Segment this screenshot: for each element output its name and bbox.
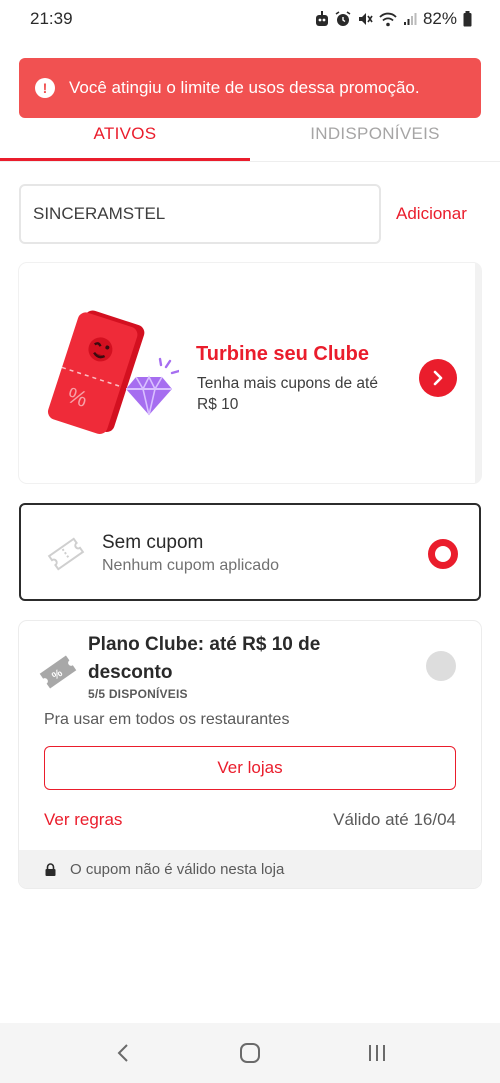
- promo-title: Turbine seu Clube: [196, 343, 369, 365]
- lock-icon: [45, 862, 56, 876]
- coupon-restriction-text: O cupom não é válido nesta loja: [70, 860, 285, 878]
- discount-ticket-icon: %: [39, 655, 77, 689]
- add-coupon-button[interactable]: Adicionar: [396, 204, 467, 224]
- club-coupon-availability: 5/5 DISPONÍVEIS: [88, 687, 188, 701]
- club-promo-card[interactable]: % Turbine seu Clube Tenha mais cupons de…: [19, 263, 481, 483]
- nav-back-button[interactable]: [103, 1033, 143, 1073]
- assistant-icon: [315, 11, 328, 26]
- club-coupon-card: % Plano Clube: até R$ 10 de desconto 5/5…: [19, 621, 481, 888]
- status-time: 21:39: [30, 9, 73, 28]
- no-coupon-option[interactable]: Sem cupom Nenhum cupom aplicado: [19, 503, 481, 601]
- home-icon: [239, 1043, 260, 1063]
- back-icon: [117, 1044, 129, 1062]
- signal-icon: [403, 13, 417, 25]
- club-coupon-description: Pra usar em todos os restaurantes: [44, 711, 290, 728]
- coupon-diamond-illustration: %: [47, 310, 179, 434]
- ticket-outline-icon: [47, 537, 85, 571]
- promo-arrow-button[interactable]: [419, 359, 457, 397]
- coupon-restriction-bar: O cupom não é válido nesta loja: [19, 850, 481, 888]
- see-stores-button[interactable]: Ver lojas: [44, 746, 456, 790]
- system-nav-bar: [0, 1023, 500, 1083]
- recents-icon: [368, 1045, 385, 1061]
- tab-bar: ATIVOS INDISPONÍVEIS: [0, 112, 500, 162]
- coupon-validity: Válido até 16/04: [333, 810, 456, 829]
- status-icons: 82%: [315, 9, 472, 29]
- club-coupon-radio[interactable]: [426, 651, 456, 681]
- chevron-right-icon: [433, 370, 443, 386]
- nav-recents-button[interactable]: [357, 1033, 397, 1073]
- promo-subtitle: Tenha mais cupons de até R$ 10: [197, 375, 378, 413]
- battery-percent: 82%: [422, 9, 457, 28]
- coupon-code-input[interactable]: [19, 184, 381, 244]
- wifi-icon: [379, 12, 397, 26]
- club-coupon-title: Plano Clube: até R$ 10 de desconto: [88, 634, 321, 683]
- battery-icon: [463, 11, 472, 27]
- toast-message: Você atingiu o limite de usos dessa prom…: [69, 78, 420, 97]
- alert-icon: !: [35, 78, 55, 98]
- tab-unavailable[interactable]: INDISPONÍVEIS: [250, 112, 500, 161]
- alarm-icon: [335, 11, 351, 26]
- error-toast: ! Você atingiu o limite de usos dessa pr…: [19, 58, 481, 118]
- no-coupon-radio[interactable]: [428, 539, 458, 569]
- mute-icon: [358, 13, 373, 25]
- see-rules-link[interactable]: Ver regras: [44, 810, 122, 830]
- no-coupon-title: Sem cupom: [102, 532, 204, 553]
- status-bar: 21:39 82%: [0, 0, 500, 38]
- no-coupon-subtitle: Nenhum cupom aplicado: [102, 557, 279, 574]
- tab-active[interactable]: ATIVOS: [0, 112, 250, 161]
- nav-home-button[interactable]: [230, 1033, 270, 1073]
